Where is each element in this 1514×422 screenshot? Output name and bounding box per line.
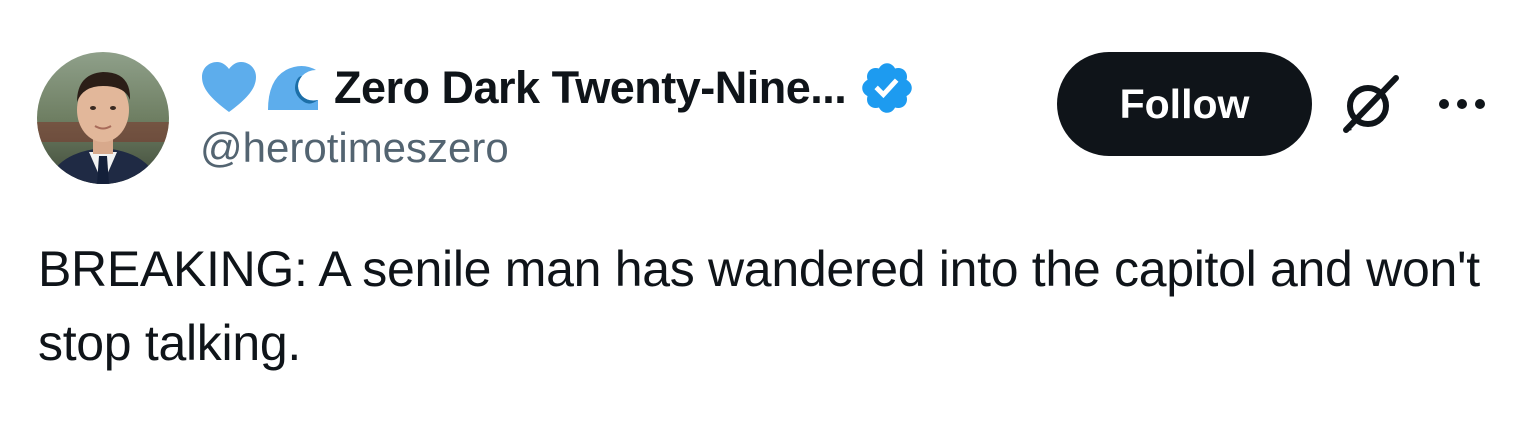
follow-button[interactable]: Follow [1057,52,1312,156]
verified-badge-icon[interactable] [858,59,916,117]
more-options-icon[interactable] [1432,84,1492,124]
grok-icon[interactable] [1338,72,1402,136]
avatar-image [37,52,169,184]
tweet-text: BREAKING: A senile man has wandered into… [38,241,1480,371]
tweet-card: Zero Dark Twenty-Nine... @herotimeszero … [0,0,1514,422]
author-name-row[interactable]: Zero Dark Twenty-Nine... [200,58,916,118]
avatar[interactable] [37,52,169,184]
water-wave-emoji [264,60,322,116]
author-display-name[interactable]: Zero Dark Twenty-Nine... [334,62,847,114]
author-handle[interactable]: @herotimeszero [200,124,509,172]
blue-heart-emoji [200,60,258,116]
